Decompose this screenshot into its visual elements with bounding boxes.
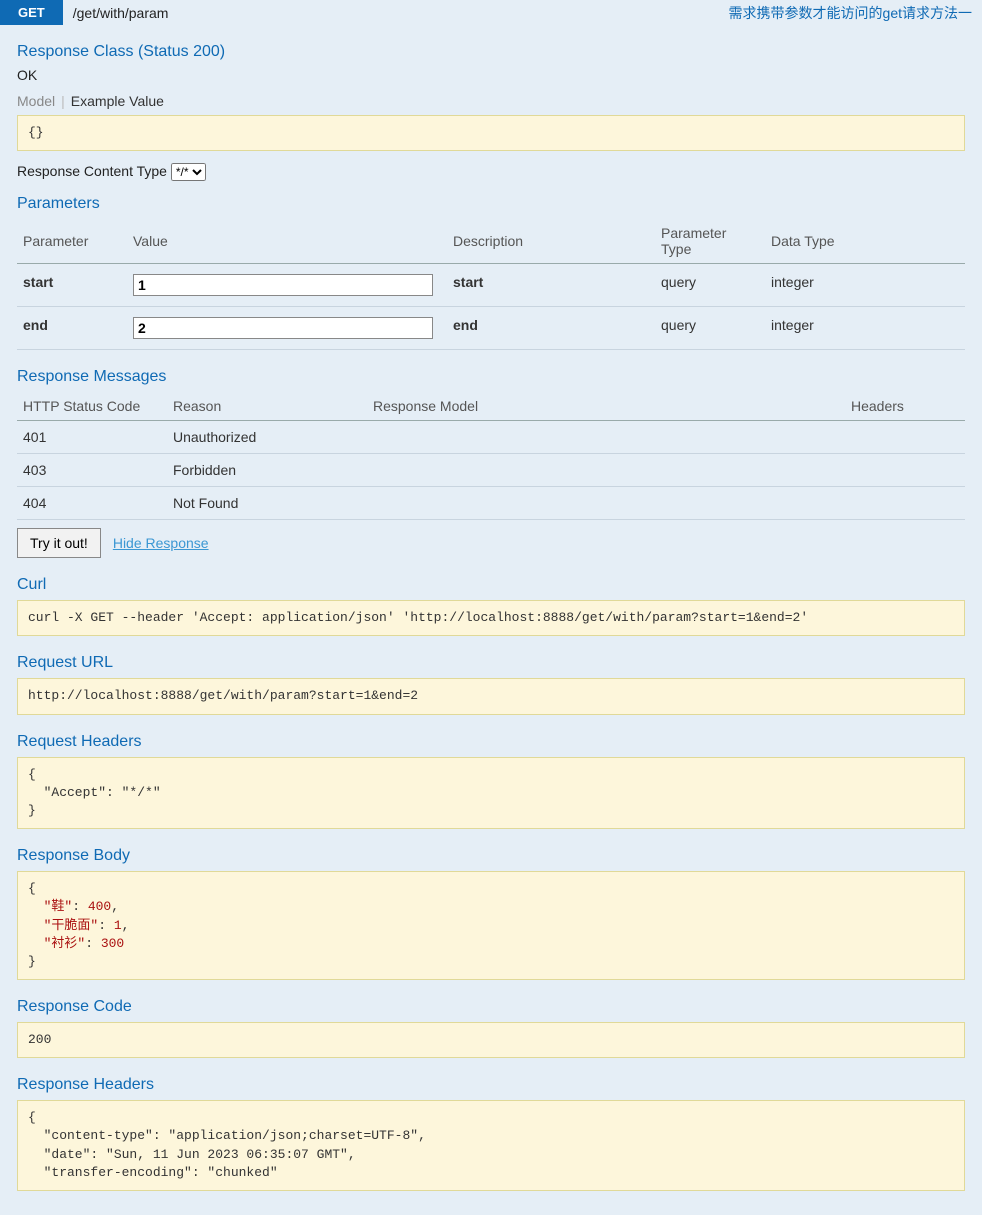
request-url-box: http://localhost:8888/get/with/param?sta… <box>17 678 965 714</box>
tab-example-value[interactable]: Example Value <box>71 93 164 109</box>
param-name: end <box>17 307 127 350</box>
response-code-box: 200 <box>17 1022 965 1058</box>
content-type-label: Response Content Type <box>17 163 167 179</box>
curl-box: curl -X GET --header 'Accept: applicatio… <box>17 600 965 636</box>
response-headers-box: { "content-type": "application/json;char… <box>17 1100 965 1191</box>
param-input-end[interactable] <box>133 317 433 339</box>
param-type: query <box>655 307 765 350</box>
parameters-heading: Parameters <box>17 195 965 213</box>
response-body-box: { "鞋": 400, "干脆面": 1, "衬衫": 300 } <box>17 871 965 980</box>
param-input-start[interactable] <box>133 274 433 296</box>
table-row: 403Forbidden <box>17 454 965 487</box>
param-type: query <box>655 264 765 307</box>
operation-description: 需求携带参数才能访问的get请求方法一 <box>729 3 982 23</box>
table-row: 404Not Found <box>17 487 965 520</box>
response-messages-heading: Response Messages <box>17 368 965 386</box>
status-code: 403 <box>17 454 167 487</box>
param-datatype: integer <box>765 307 965 350</box>
tab-model[interactable]: Model <box>17 93 55 109</box>
example-value-box[interactable]: {} <box>17 115 965 151</box>
table-row: 401Unauthorized <box>17 421 965 454</box>
status-code: 401 <box>17 421 167 454</box>
response-code-heading: Response Code <box>17 998 965 1016</box>
table-row: endendqueryinteger <box>17 307 965 350</box>
status-reason: Unauthorized <box>167 421 367 454</box>
response-headers-heading: Response Headers <box>17 1076 965 1094</box>
request-headers-box: { "Accept": "*/*" } <box>17 757 965 830</box>
status-reason: Forbidden <box>167 454 367 487</box>
schema-tabs: Model|Example Value <box>17 93 965 109</box>
hide-response-link[interactable]: Hide Response <box>113 535 209 551</box>
status-reason: Not Found <box>167 487 367 520</box>
response-body-heading: Response Body <box>17 847 965 865</box>
table-row: startstartqueryinteger <box>17 264 965 307</box>
param-desc: end <box>447 307 655 350</box>
content-type-select[interactable]: */* <box>171 163 206 181</box>
param-datatype: integer <box>765 264 965 307</box>
status-code: 404 <box>17 487 167 520</box>
param-name: start <box>17 264 127 307</box>
response-class-heading: Response Class (Status 200) <box>17 43 965 61</box>
param-desc: start <box>447 264 655 307</box>
response-messages-table: HTTP Status Code Reason Response Model H… <box>17 392 965 520</box>
curl-heading: Curl <box>17 576 965 594</box>
request-url-heading: Request URL <box>17 654 965 672</box>
operation-header[interactable]: GET /get/with/param 需求携带参数才能访问的get请求方法一 <box>0 0 982 25</box>
response-class-status: OK <box>17 67 965 83</box>
http-method-badge: GET <box>0 0 63 25</box>
operation-path: /get/with/param <box>63 5 729 21</box>
request-headers-heading: Request Headers <box>17 733 965 751</box>
try-it-out-button[interactable]: Try it out! <box>17 528 101 558</box>
parameters-table: Parameter Value Description Parameter Ty… <box>17 219 965 350</box>
